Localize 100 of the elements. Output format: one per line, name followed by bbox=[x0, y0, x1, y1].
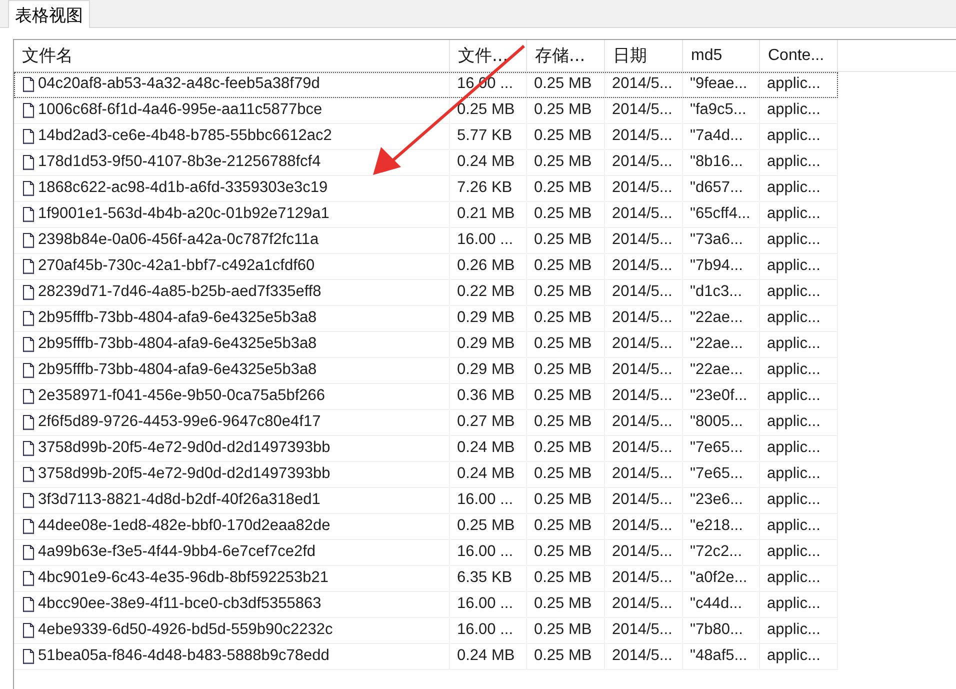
file-name: 4a99b63e-f3e5-4f44-9bb4-6e7cef7ce2fd bbox=[38, 543, 316, 561]
table-cell: 2014/5... bbox=[605, 566, 683, 591]
table-cell: "8005... bbox=[683, 410, 760, 435]
file-name: 2f6f5d89-9726-4453-99e6-9647c80e4f17 bbox=[38, 413, 321, 431]
table-cell: 5.77 KB bbox=[450, 124, 527, 149]
table-cell: 0.25 MB bbox=[527, 358, 605, 383]
table-cell: "7b94... bbox=[683, 254, 760, 279]
file-name: 2b95fffb-73bb-4804-afa9-6e4325e5b3a8 bbox=[38, 335, 317, 353]
file-name: 2e358971-f041-456e-9b50-0ca75a5bf266 bbox=[38, 387, 325, 405]
table-cell: "c44d... bbox=[683, 592, 760, 617]
file-name: 3f3d7113-8821-4d8d-b2df-40f26a318ed1 bbox=[38, 491, 320, 509]
table-cell: 2014/5... bbox=[605, 462, 683, 487]
table-row[interactable]: 3758d99b-20f5-4e72-9d0d-d2d1497393bb 0.24 MB 0.25 MB 2014/5... "7e65... applic... bbox=[14, 436, 838, 462]
table-cell: 0.25 MB bbox=[527, 384, 605, 409]
table-row[interactable]: 3758d99b-20f5-4e72-9d0d-d2d1497393bb 0.24 MB 0.25 MB 2014/5... "7e65... applic... bbox=[14, 462, 838, 488]
table-cell: 2014/5... bbox=[605, 202, 683, 227]
table-row[interactable]: 4bc901e9-6c43-4e35-96db-8bf592253b21 6.35 KB 0.25 MB 2014/5... "a0f2e... applic... bbox=[14, 566, 838, 592]
table-cell: 0.24 MB bbox=[450, 150, 527, 175]
column-header[interactable]: md5 bbox=[683, 40, 760, 71]
file-icon bbox=[22, 492, 35, 509]
table-row[interactable]: 51bea05a-f846-4d48-b483-5888b9c78edd 0.24 MB 0.25 MB 2014/5... "48af5... applic... bbox=[14, 644, 838, 670]
file-name: 14bd2ad3-ce6e-4b48-b785-55bbc6612ac2 bbox=[38, 127, 332, 145]
file-icon bbox=[22, 388, 35, 405]
table-cell: applic... bbox=[760, 254, 838, 279]
table-cell: applic... bbox=[760, 514, 838, 539]
table-cell: 16.00 ... bbox=[450, 618, 527, 643]
file-name: 28239d71-7d46-4a85-b25b-aed7f335eff8 bbox=[38, 283, 322, 301]
table-cell: 0.25 MB bbox=[527, 618, 605, 643]
column-header[interactable]: 日期 bbox=[605, 40, 683, 71]
file-icon bbox=[22, 258, 35, 275]
table-row[interactable]: 1006c68f-6f1d-4a46-995e-aa11c5877bce 0.25 MB 0.25 MB 2014/5... "fa9c5... applic... bbox=[14, 98, 838, 124]
file-name: 44dee08e-1ed8-482e-bbf0-170d2eaa82de bbox=[38, 517, 330, 535]
table-cell: 0.25 MB bbox=[527, 436, 605, 461]
file-name: 4ebe9339-6d50-4926-bd5d-559b90c2232c bbox=[38, 621, 333, 639]
table-row[interactable]: 4bcc90ee-38e9-4f11-bce0-cb3df5355863 16.00 ... 0.25 MB 2014/5... "c44d... applic... bbox=[14, 592, 838, 618]
table-cell: applic... bbox=[760, 306, 838, 331]
table-cell: "22ae... bbox=[683, 306, 760, 331]
column-header[interactable]: 存储... bbox=[527, 40, 605, 71]
table-cell: applic... bbox=[760, 410, 838, 435]
table-cell: 2014/5... bbox=[605, 644, 683, 669]
table-cell: 0.25 MB bbox=[527, 306, 605, 331]
table-row[interactable]: 2b95fffb-73bb-4804-afa9-6e4325e5b3a8 0.29 MB 0.25 MB 2014/5... "22ae... applic... bbox=[14, 306, 838, 332]
table-row[interactable]: 2e358971-f041-456e-9b50-0ca75a5bf266 0.36 MB 0.25 MB 2014/5... "23e0f... applic... bbox=[14, 384, 838, 410]
table-row[interactable]: 4ebe9339-6d50-4926-bd5d-559b90c2232c 16.00 ... 0.25 MB 2014/5... "7b80... applic... bbox=[14, 618, 838, 644]
table-cell: applic... bbox=[760, 384, 838, 409]
table-row[interactable]: 3f3d7113-8821-4d8d-b2df-40f26a318ed1 16.00 ... 0.25 MB 2014/5... "23e6... applic... bbox=[14, 488, 838, 514]
table-row[interactable]: 2b95fffb-73bb-4804-afa9-6e4325e5b3a8 0.29 MB 0.25 MB 2014/5... "22ae... applic... bbox=[14, 332, 838, 358]
file-icon bbox=[22, 310, 35, 327]
table-cell: "48af5... bbox=[683, 644, 760, 669]
tab[interactable]: 表格视图 bbox=[8, 0, 90, 28]
table-row[interactable]: 28239d71-7d46-4a85-b25b-aed7f335eff8 0.22 MB 0.25 MB 2014/5... "d1c3... applic... bbox=[14, 280, 838, 306]
table-cell: 0.25 MB bbox=[527, 124, 605, 149]
table-row[interactable]: 44dee08e-1ed8-482e-bbf0-170d2eaa82de 0.25 MB 0.25 MB 2014/5... "e218... applic... bbox=[14, 514, 838, 540]
table-cell: 2014/5... bbox=[605, 618, 683, 643]
table-cell: 0.25 MB bbox=[527, 72, 605, 97]
table-cell: 2014/5... bbox=[605, 436, 683, 461]
file-icon bbox=[22, 284, 35, 301]
file-name: 1f9001e1-563d-4b4b-a20c-01b92e7129a1 bbox=[38, 205, 330, 223]
column-header[interactable]: 文件名 bbox=[14, 40, 450, 71]
table-cell: "7b80... bbox=[683, 618, 760, 643]
file-icon bbox=[22, 622, 35, 639]
table-row[interactable]: 14bd2ad3-ce6e-4b48-b785-55bbc6612ac2 5.77 KB 0.25 MB 2014/5... "7a4d... applic... bbox=[14, 124, 838, 150]
table-cell: applic... bbox=[760, 228, 838, 253]
table-cell: 2014/5... bbox=[605, 410, 683, 435]
table-row[interactable]: 2b95fffb-73bb-4804-afa9-6e4325e5b3a8 0.29 MB 0.25 MB 2014/5... "22ae... applic... bbox=[14, 358, 838, 384]
table-cell: 0.26 MB bbox=[450, 254, 527, 279]
file-icon bbox=[22, 440, 35, 457]
file-icon bbox=[22, 596, 35, 613]
table-cell: 0.22 MB bbox=[450, 280, 527, 305]
table-cell: applic... bbox=[760, 488, 838, 513]
file-name: 1868c622-ac98-4d1b-a6fd-3359303e3c19 bbox=[38, 179, 328, 197]
table-cell: 2014/5... bbox=[605, 488, 683, 513]
table-cell: 0.25 MB bbox=[527, 488, 605, 513]
table-cell: 2014/5... bbox=[605, 332, 683, 357]
table-cell: 0.24 MB bbox=[450, 644, 527, 669]
table-row[interactable]: 2398b84e-0a06-456f-a42a-0c787f2fc11a 16.00 ... 0.25 MB 2014/5... "73a6... applic... bbox=[14, 228, 838, 254]
table-row[interactable]: 4a99b63e-f3e5-4f44-9bb4-6e7cef7ce2fd 16.00 ... 0.25 MB 2014/5... "72c2... applic... bbox=[14, 540, 838, 566]
file-icon bbox=[22, 336, 35, 353]
table-cell: 16.00 ... bbox=[450, 488, 527, 513]
table-cell: 0.25 MB bbox=[527, 98, 605, 123]
table-cell: 2014/5... bbox=[605, 306, 683, 331]
file-icon bbox=[22, 362, 35, 379]
table-row[interactable]: 1868c622-ac98-4d1b-a6fd-3359303e3c19 7.26 KB 0.25 MB 2014/5... "d657... applic... bbox=[14, 176, 838, 202]
file-icon bbox=[22, 232, 35, 249]
table-cell: "9feae... bbox=[683, 72, 760, 97]
table-row[interactable]: 270af45b-730c-42a1-bbf7-c492a1cfdf60 0.26 MB 0.25 MB 2014/5... "7b94... applic... bbox=[14, 254, 838, 280]
table-cell: 0.27 MB bbox=[450, 410, 527, 435]
table-row[interactable]: 2f6f5d89-9726-4453-99e6-9647c80e4f17 0.27 MB 0.25 MB 2014/5... "8005... applic... bbox=[14, 410, 838, 436]
column-header[interactable]: Conte... bbox=[760, 40, 838, 71]
table-cell: "7e65... bbox=[683, 462, 760, 487]
table-row[interactable]: 1f9001e1-563d-4b4b-a20c-01b92e7129a1 0.21 MB 0.25 MB 2014/5... "65cff4... applic... bbox=[14, 202, 838, 228]
table-cell: 6.35 KB bbox=[450, 566, 527, 591]
table-cell: applic... bbox=[760, 72, 838, 97]
file-icon bbox=[22, 180, 35, 197]
file-icon bbox=[22, 518, 35, 535]
table-cell: 2014/5... bbox=[605, 384, 683, 409]
file-icon bbox=[22, 466, 35, 483]
table-cell: 0.25 MB bbox=[527, 566, 605, 591]
table-cell: 0.25 MB bbox=[527, 514, 605, 539]
table-cell: 0.25 MB bbox=[527, 592, 605, 617]
